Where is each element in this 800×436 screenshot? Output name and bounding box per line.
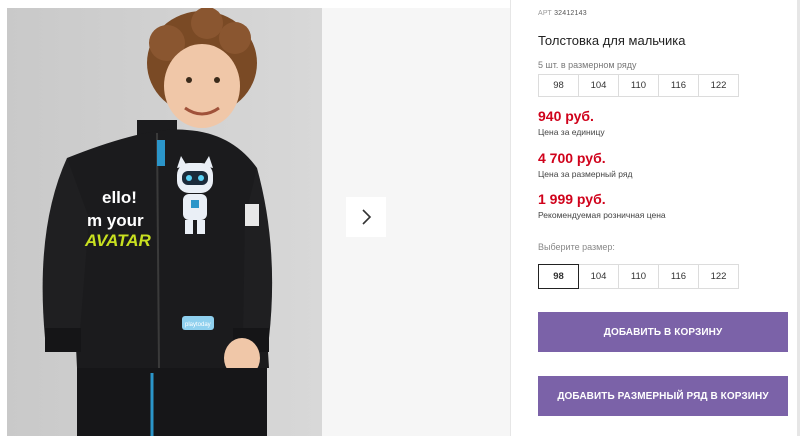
size-option-98[interactable]: 98 bbox=[538, 264, 579, 289]
size-option-110[interactable]: 110 bbox=[618, 264, 659, 289]
product-title: Толстовка для мальчика bbox=[538, 33, 686, 48]
print-text-2: m your bbox=[87, 211, 144, 230]
sku: АРТ 32412143 bbox=[538, 10, 587, 17]
sku-label: АРТ bbox=[538, 10, 552, 17]
chevron-right-icon bbox=[362, 209, 372, 225]
add-size-range-to-cart-button[interactable]: ДОБАВИТЬ РАЗМЕРНЫЙ РЯД В КОРЗИНУ bbox=[538, 376, 788, 416]
range-price-label: Цена за размерный ряд bbox=[538, 169, 633, 179]
brand-patch-text: playtoday bbox=[185, 322, 211, 328]
sku-value: 32412143 bbox=[554, 10, 587, 17]
choose-size-label: Выберите размер: bbox=[538, 242, 615, 252]
product-gallery: ello! m your AVATAR playtoday bbox=[0, 0, 510, 436]
size-selector: 98 104 110 116 122 bbox=[538, 264, 739, 289]
boy-in-jacket-illustration: ello! m your AVATAR playtoday bbox=[7, 8, 322, 436]
retail-price: 1 999 руб. bbox=[538, 191, 606, 207]
unit-price-label: Цена за единицу bbox=[538, 127, 605, 137]
print-text-3: AVATAR bbox=[84, 231, 152, 250]
retail-price-label: Рекомендуемая розничная цена bbox=[538, 210, 666, 220]
size-option-122[interactable]: 122 bbox=[698, 264, 739, 289]
range-price: 4 700 руб. bbox=[538, 150, 606, 166]
range-size: 110 bbox=[618, 74, 659, 97]
size-option-104[interactable]: 104 bbox=[578, 264, 619, 289]
unit-price: 940 руб. bbox=[538, 108, 594, 124]
add-to-cart-button[interactable]: ДОБАВИТЬ В КОРЗИНУ bbox=[538, 312, 788, 352]
print-text-1: ello! bbox=[102, 188, 137, 207]
product-photo[interactable]: ello! m your AVATAR playtoday bbox=[7, 8, 322, 436]
size-range-note: 5 шт. в размерном ряду bbox=[538, 60, 637, 70]
column-divider bbox=[510, 0, 511, 436]
size-option-116[interactable]: 116 bbox=[658, 264, 699, 289]
range-size: 122 bbox=[698, 74, 739, 97]
next-image-button[interactable] bbox=[346, 197, 386, 237]
range-size: 98 bbox=[538, 74, 579, 97]
range-size: 116 bbox=[658, 74, 699, 97]
range-size: 104 bbox=[578, 74, 619, 97]
size-range-list: 98 104 110 116 122 bbox=[538, 74, 739, 97]
